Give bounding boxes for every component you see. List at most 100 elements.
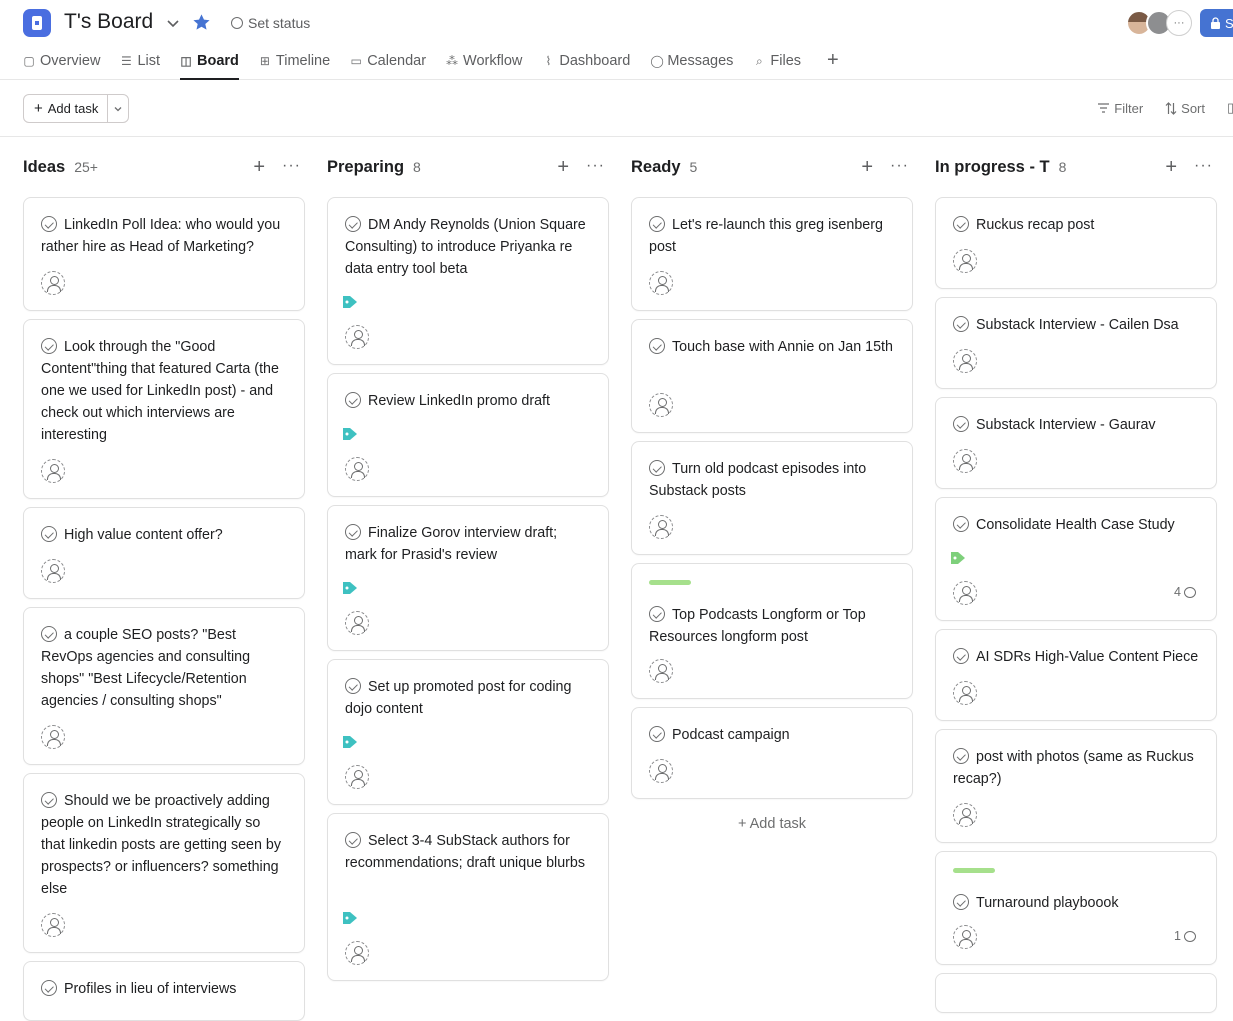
tag-icon[interactable]: [342, 735, 358, 749]
add-tab-button[interactable]: +: [827, 46, 839, 80]
tab-overview[interactable]: ▢ Overview: [23, 46, 110, 76]
task-card[interactable]: post with photos (same as Ruckus recap?): [935, 729, 1217, 843]
task-card[interactable]: Substack Interview - Cailen Dsa: [935, 297, 1217, 389]
assignee-icon[interactable]: [649, 759, 673, 783]
assignee-icon[interactable]: [953, 249, 977, 273]
complete-check-icon[interactable]: [953, 894, 969, 910]
tag-icon[interactable]: [342, 911, 358, 925]
assignee-icon[interactable]: [649, 659, 673, 683]
task-card[interactable]: DM Andy Reynolds (Union Square Consultin…: [327, 197, 609, 365]
tab-calendar[interactable]: ▭ Calendar: [350, 46, 436, 76]
complete-check-icon[interactable]: [345, 832, 361, 848]
task-card[interactable]: [935, 973, 1217, 1013]
project-title[interactable]: T's Board: [64, 10, 153, 34]
complete-check-icon[interactable]: [345, 216, 361, 232]
complete-check-icon[interactable]: [649, 338, 665, 354]
member-avatars[interactable]: ···: [1126, 10, 1192, 36]
more-options-button[interactable]: ▯: [1227, 100, 1233, 116]
assignee-icon[interactable]: [345, 611, 369, 635]
assignee-icon[interactable]: [649, 515, 673, 539]
task-card[interactable]: Profiles in lieu of interviews: [23, 961, 305, 1021]
complete-check-icon[interactable]: [953, 216, 969, 232]
task-card[interactable]: Finalize Gorov interview draft; mark for…: [327, 505, 609, 651]
complete-check-icon[interactable]: [953, 316, 969, 332]
more-members-icon[interactable]: ···: [1166, 10, 1192, 36]
task-card[interactable]: Touch base with Annie on Jan 15th: [631, 319, 913, 433]
complete-check-icon[interactable]: [649, 216, 665, 232]
more-icon[interactable]: ···: [1194, 157, 1213, 175]
assignee-icon[interactable]: [953, 803, 977, 827]
add-task-icon[interactable]: +: [557, 157, 569, 177]
task-card[interactable]: Ruckus recap post: [935, 197, 1217, 289]
set-status-button[interactable]: Set status: [231, 15, 310, 31]
comment-count[interactable]: 1: [1174, 929, 1196, 943]
assignee-icon[interactable]: [953, 581, 977, 605]
task-card[interactable]: Select 3-4 SubStack authors for recommen…: [327, 813, 609, 981]
complete-check-icon[interactable]: [41, 792, 57, 808]
column-title[interactable]: Preparing: [327, 158, 404, 177]
filter-button[interactable]: Filter: [1097, 100, 1143, 116]
column-title[interactable]: Ready: [631, 158, 681, 177]
task-card[interactable]: Turn old podcast episodes into Substack …: [631, 441, 913, 555]
add-task-button[interactable]: + Add task: [24, 95, 109, 122]
complete-check-icon[interactable]: [649, 460, 665, 476]
add-task-dropdown[interactable]: [108, 95, 128, 122]
assignee-icon[interactable]: [953, 349, 977, 373]
task-card[interactable]: Let's re-launch this greg isenberg post: [631, 197, 913, 311]
tab-files[interactable]: ⌕ Files: [753, 46, 811, 76]
tab-list[interactable]: ☰ List: [120, 46, 170, 76]
task-card[interactable]: Substack Interview - Gaurav: [935, 397, 1217, 489]
task-card[interactable]: High value content offer?: [23, 507, 305, 599]
task-card[interactable]: Should we be proactively adding people o…: [23, 773, 305, 953]
complete-check-icon[interactable]: [953, 748, 969, 764]
project-icon[interactable]: [23, 9, 51, 37]
complete-check-icon[interactable]: [649, 726, 665, 742]
add-task-icon[interactable]: +: [1165, 157, 1177, 177]
assignee-icon[interactable]: [953, 449, 977, 473]
tab-dashboard[interactable]: ⌇ Dashboard: [542, 46, 640, 76]
chevron-down-icon[interactable]: [164, 14, 182, 32]
tab-board[interactable]: ◫ Board: [180, 46, 249, 80]
complete-check-icon[interactable]: [41, 338, 57, 354]
assignee-icon[interactable]: [41, 559, 65, 583]
tag-icon[interactable]: [950, 551, 966, 565]
more-icon[interactable]: ···: [890, 157, 909, 175]
assignee-icon[interactable]: [953, 925, 977, 949]
complete-check-icon[interactable]: [953, 516, 969, 532]
tab-workflow[interactable]: ⁂ Workflow: [446, 46, 532, 76]
assignee-icon[interactable]: [953, 681, 977, 705]
column-title[interactable]: In progress - T: [935, 158, 1050, 177]
task-card[interactable]: Top Podcasts Longform or Top Resources l…: [631, 563, 913, 699]
task-card[interactable]: Turnaround playboook 1: [935, 851, 1217, 965]
task-card[interactable]: Podcast campaign: [631, 707, 913, 799]
assignee-icon[interactable]: [649, 393, 673, 417]
task-card[interactable]: Review LinkedIn promo draft: [327, 373, 609, 497]
complete-check-icon[interactable]: [41, 526, 57, 542]
tab-timeline[interactable]: ⊞ Timeline: [259, 46, 340, 76]
complete-check-icon[interactable]: [953, 416, 969, 432]
task-card[interactable]: LinkedIn Poll Idea: who would you rather…: [23, 197, 305, 311]
complete-check-icon[interactable]: [41, 980, 57, 996]
task-card[interactable]: Consolidate Health Case Study 4: [935, 497, 1217, 621]
complete-check-icon[interactable]: [345, 678, 361, 694]
assignee-icon[interactable]: [345, 941, 369, 965]
comment-count[interactable]: 4: [1174, 585, 1196, 599]
assignee-icon[interactable]: [649, 271, 673, 295]
tag-icon[interactable]: [342, 427, 358, 441]
add-task-icon[interactable]: +: [861, 157, 873, 177]
complete-check-icon[interactable]: [41, 216, 57, 232]
complete-check-icon[interactable]: [345, 392, 361, 408]
column-title[interactable]: Ideas: [23, 158, 65, 177]
tab-messages[interactable]: ◯ Messages: [650, 46, 743, 76]
assignee-icon[interactable]: [41, 271, 65, 295]
complete-check-icon[interactable]: [41, 626, 57, 642]
more-icon[interactable]: ···: [282, 157, 301, 175]
assignee-icon[interactable]: [41, 725, 65, 749]
task-card[interactable]: a couple SEO posts? "Best RevOps agencie…: [23, 607, 305, 765]
assignee-icon[interactable]: [41, 459, 65, 483]
share-button[interactable]: S: [1200, 9, 1233, 37]
add-task-link[interactable]: + Add task: [631, 816, 913, 832]
assignee-icon[interactable]: [345, 765, 369, 789]
tag-icon[interactable]: [342, 581, 358, 595]
assignee-icon[interactable]: [345, 457, 369, 481]
